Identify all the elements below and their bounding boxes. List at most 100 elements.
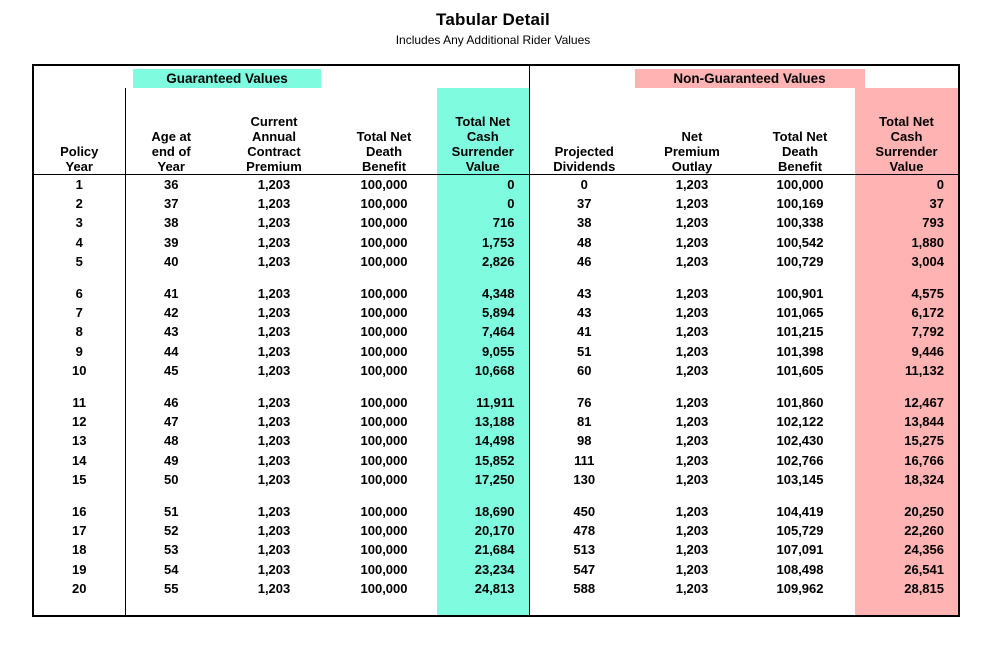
cell-projected-dividends: 48 [577,234,592,250]
table-row: 10 45 1,203 100,000 10,668 60 1,203 101,605 11,1… [32,360,960,381]
cell-current-annual-contract-premium: 1,203 [257,561,291,577]
cell-nonguaranteed-cash-surrender-value: 24,356 [855,540,960,560]
cell-policy-year: 14 [32,450,126,470]
cell-current-annual-contract-premium: 1,203 [257,542,291,558]
cell-age: 55 [164,580,179,596]
col-header-dividends-line-2: Dividends [553,159,616,174]
cell-net-premium-outlay: 1,203 [675,196,709,212]
cell-nonguaranteed-cash-surrender-value: 20,250 [855,502,960,522]
table-row: 1 36 1,203 100,000 0 0 1,203 100,000 0 [32,174,960,195]
cell-nonguaranteed-cash-surrender-value: 26,541 [855,559,960,579]
table-row: 20 55 1,203 100,000 24,813 588 1,203 109,962 28,… [32,578,960,599]
spacer-cell [529,380,639,393]
cell-net-premium-outlay: 1,203 [675,523,709,539]
cell-net-premium-outlay: 1,203 [675,343,709,359]
col-header-premium-line-2: Annual [251,129,297,144]
cell-age: 45 [164,362,179,378]
cell-nonguaranteed-cash-surrender-value: 22,260 [855,521,960,541]
col-header-projected-dividends: Projected Dividends [529,88,639,175]
cell-current-annual-contract-premium: 1,203 [257,414,291,430]
cell-current-annual-contract-premium: 1,203 [257,580,291,596]
cell-guaranteed-death-benefit: 100,000 [360,414,408,430]
table-row: 4 39 1,203 100,000 1,753 48 1,203 100,542 1,880 [32,232,960,252]
cell-guaranteed-death-benefit: 100,000 [360,234,408,250]
cell-nonguaranteed-death-benefit: 100,729 [776,253,824,269]
spacer-cell [639,598,745,618]
cell-guaranteed-cash-surrender-value: 0 [437,174,530,195]
cell-net-premium-outlay: 1,203 [675,177,709,192]
group-header-row: Guaranteed Values Non-Guaranteed Values [32,64,960,88]
spacer-cell [217,271,331,284]
col-header-premium-line-3: Contract [247,144,301,159]
spacer-cell [855,489,960,503]
cell-nonguaranteed-death-benefit: 100,901 [776,286,824,302]
table-row: 6 41 1,203 100,000 4,348 43 1,203 100,901 4,575 [32,284,960,304]
cell-policy-year: 20 [32,578,126,599]
cell-projected-dividends: 43 [577,305,592,321]
cell-net-premium-outlay: 1,203 [675,433,709,449]
spacer-cell [32,489,126,503]
table-row: 14 49 1,203 100,000 15,852 111 1,203 102,766 16,… [32,450,960,470]
cell-current-annual-contract-premium: 1,203 [257,286,291,302]
cell-nonguaranteed-death-benefit: 100,169 [776,196,824,212]
cell-guaranteed-cash-surrender-value: 15,852 [437,450,530,470]
spacer-cell [529,489,639,502]
cell-guaranteed-cash-surrender-value: 7,464 [437,322,530,342]
cell-age: 39 [164,234,179,250]
cell-nonguaranteed-death-benefit: 107,091 [776,542,824,558]
cell-current-annual-contract-premium: 1,203 [257,362,291,378]
cell-guaranteed-cash-surrender-value: 21,684 [437,540,530,560]
spacer-cell [745,489,855,502]
col-header-policy-year-line-2: Year [65,159,93,174]
cell-guaranteed-cash-surrender-value: 9,055 [437,341,530,361]
table-row: 13 48 1,203 100,000 14,498 98 1,203 102,430 15,2… [32,431,960,451]
cell-guaranteed-death-benefit: 100,000 [360,433,408,449]
cell-guaranteed-cash-surrender-value: 5,894 [437,303,530,323]
col-header-guaranteed-total-net-cash-surrender-value: Total Net Cash Surrender Value [437,88,530,175]
cell-nonguaranteed-cash-surrender-value: 28,815 [855,578,960,599]
cell-guaranteed-death-benefit: 100,000 [360,324,408,340]
col-header-ng-death-benefit-line-2: Death [781,144,819,159]
cell-nonguaranteed-cash-surrender-value: 11,132 [855,360,960,381]
spacer-cell [125,271,217,284]
cell-guaranteed-death-benefit: 100,000 [360,362,408,378]
cell-nonguaranteed-death-benefit: 109,962 [776,580,824,596]
cell-policy-year: 17 [32,521,126,541]
cell-policy-year: 9 [32,341,126,361]
cell-projected-dividends: 130 [573,471,596,487]
cell-policy-year: 16 [32,502,126,522]
col-header-nonguaranteed-total-net-cash-surrender-value: Total Net Cash Surrender Value [855,88,960,175]
cell-nonguaranteed-death-benefit: 101,065 [776,305,824,321]
cell-net-premium-outlay: 1,203 [675,561,709,577]
col-header-g-death-benefit-line-3: Benefit [361,159,407,174]
col-header-ng-csv-lines: Total Net Cash Surrender Value [855,114,958,174]
cell-nonguaranteed-death-benefit: 100,338 [776,215,824,231]
col-header-age-line-2: end of [151,144,191,159]
cell-guaranteed-cash-surrender-value: 4,348 [437,284,530,304]
cell-age: 50 [164,471,179,487]
cell-projected-dividends: 51 [577,343,592,359]
cell-net-premium-outlay: 1,203 [675,580,709,596]
cell-guaranteed-death-benefit: 100,000 [360,471,408,487]
table-row: 5 40 1,203 100,000 2,826 46 1,203 100,729 3,004 [32,251,960,272]
cell-nonguaranteed-death-benefit: 101,215 [776,324,824,340]
cell-current-annual-contract-premium: 1,203 [257,433,291,449]
cell-net-premium-outlay: 1,203 [675,253,709,269]
cell-age: 47 [164,414,179,430]
spacer-cell [437,271,530,285]
spacer-cell [217,598,331,618]
table-row: 3 38 1,203 100,000 716 38 1,203 100,338 793 [32,213,960,233]
row-group-spacer [32,380,960,394]
col-header-ng-csv-line-3: Surrender [875,144,938,159]
table-row: 8 43 1,203 100,000 7,464 41 1,203 101,215 7,792 [32,322,960,342]
col-header-g-csv-line-1: Total Net [455,114,511,129]
col-header-age-lines: Age at end of Year [126,129,218,174]
col-header-ng-csv-line-2: Cash [890,129,923,144]
tabular-detail-page: Tabular Detail Includes Any Additional R… [0,0,986,659]
cell-policy-year: 18 [32,540,126,560]
spacer-cell [745,271,855,284]
cell-nonguaranteed-cash-surrender-value: 15,275 [855,431,960,451]
cell-policy-year: 19 [32,559,126,579]
col-header-ng-csv-line-4: Value [889,159,924,174]
cell-current-annual-contract-premium: 1,203 [257,452,291,468]
